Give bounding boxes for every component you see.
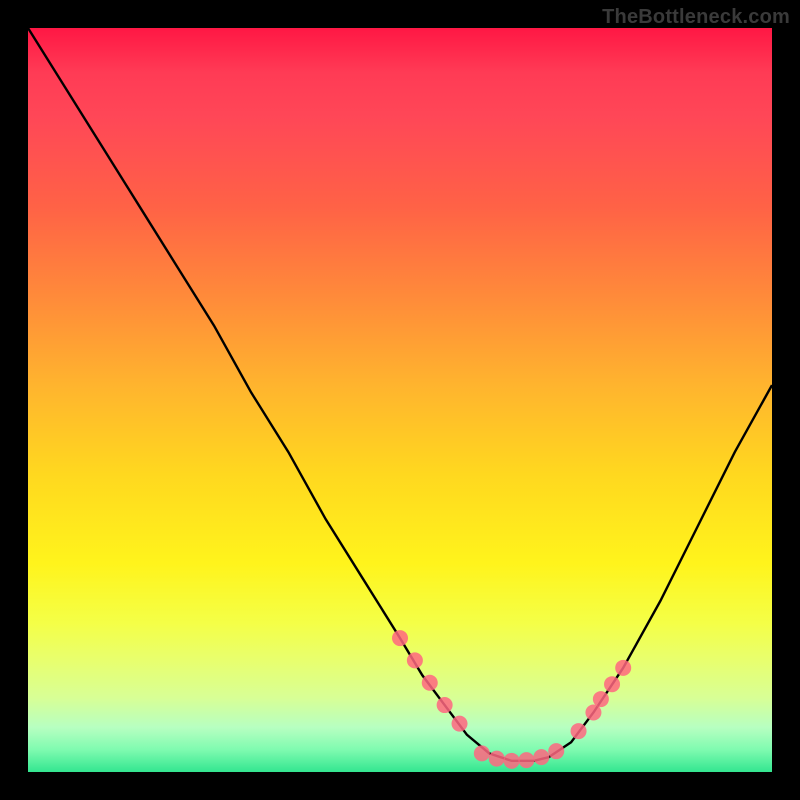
chart-frame: TheBottleneck.com bbox=[0, 0, 800, 800]
plot-gradient-background bbox=[28, 28, 772, 772]
watermark-text: TheBottleneck.com bbox=[602, 6, 790, 29]
